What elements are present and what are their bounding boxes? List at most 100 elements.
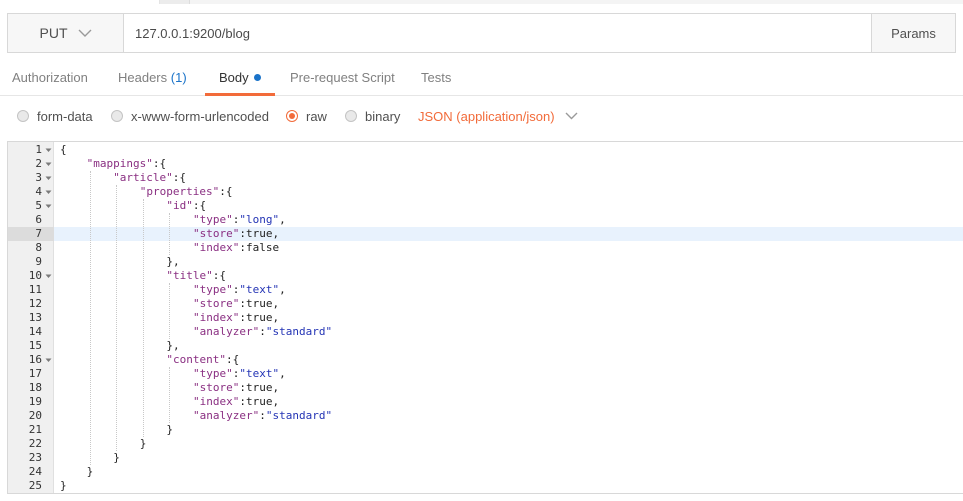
fold-arrow-icon[interactable] (45, 353, 52, 367)
tab-label: Pre-request Script (290, 70, 395, 85)
line-number: 24 (28, 465, 42, 478)
code-text: "article":{ (113, 171, 186, 185)
code-line[interactable]: 15}, (8, 339, 963, 353)
radio-indicator[interactable] (345, 110, 357, 122)
tab-body[interactable]: Body (205, 62, 275, 96)
radio-raw[interactable]: raw (286, 107, 327, 125)
method-label: PUT (39, 25, 68, 41)
radio-binary[interactable]: binary (345, 107, 400, 125)
radio-label: binary (365, 108, 401, 124)
code-text: }, (166, 339, 179, 353)
code-line[interactable]: 10 "title":{ (8, 269, 963, 283)
code-line[interactable]: 24} (8, 465, 963, 479)
radio-x-www-form-urlencoded[interactable]: x-www-form-urlencoded (111, 107, 269, 125)
fold-arrow-icon[interactable] (45, 269, 52, 283)
json-string: "text" (239, 283, 280, 296)
line-number-cell: 7 (8, 227, 54, 241)
json-punctuation: , (279, 213, 286, 226)
code-line[interactable]: 17 "type":"text", (8, 367, 963, 381)
line-number: 23 (28, 451, 42, 464)
tab-authorization[interactable]: Authorization (12, 62, 88, 96)
line-number-cell: 19 (8, 395, 54, 409)
code-line[interactable]: 14 "analyzer":"standard" (8, 325, 963, 339)
json-key: "store" (193, 381, 240, 394)
json-string: "long" (239, 213, 280, 226)
line-number: 4 (35, 185, 42, 198)
line-number: 13 (28, 311, 42, 324)
json-punctuation: :true, (239, 227, 280, 240)
code-line[interactable]: 11 "type":"text", (8, 283, 963, 297)
code-line[interactable]: 1{ (8, 143, 963, 157)
content-type-select[interactable]: JSON (application/json) (418, 107, 578, 125)
request-tab-strip (0, 0, 963, 4)
json-key: "store" (193, 297, 240, 310)
radio-form-data[interactable]: form-data (17, 107, 93, 125)
fold-arrow-icon[interactable] (45, 143, 52, 157)
method-select[interactable]: PUT (8, 14, 124, 52)
tab-headers[interactable]: Headers (1) (118, 62, 187, 96)
line-number: 15 (28, 339, 42, 352)
code-line[interactable]: 3 "article":{ (8, 171, 963, 185)
code-text: } (166, 423, 173, 437)
json-punctuation: } (60, 479, 67, 492)
code-line[interactable]: 7 "store":true, (8, 227, 963, 241)
json-key: "mappings" (86, 157, 153, 170)
code-line[interactable]: 8 "index":false (8, 241, 963, 255)
tab-pre-request-script[interactable]: Pre-request Script (290, 62, 395, 96)
radio-indicator[interactable] (111, 110, 123, 122)
line-number: 3 (35, 171, 42, 184)
code-line[interactable]: 16 "content":{ (8, 353, 963, 367)
code-line[interactable]: 22} (8, 437, 963, 451)
line-number-cell: 24 (8, 465, 54, 479)
json-punctuation: :{ (172, 171, 187, 184)
code-text: "properties":{ (140, 185, 233, 199)
radio-indicator[interactable] (17, 110, 29, 122)
fold-arrow-icon[interactable] (45, 157, 52, 171)
code-line[interactable]: 19 "index":true, (8, 395, 963, 409)
code-line[interactable]: 21} (8, 423, 963, 437)
code-text: { (60, 143, 67, 157)
code-line[interactable]: 23} (8, 451, 963, 465)
json-key: "content" (166, 353, 226, 366)
json-punctuation: :true, (239, 395, 280, 408)
code-line[interactable]: 9}, (8, 255, 963, 269)
json-key: "type" (193, 213, 233, 226)
tab-tests[interactable]: Tests (421, 62, 451, 96)
code-line[interactable]: 5 "id":{ (8, 199, 963, 213)
line-number: 19 (28, 395, 42, 408)
json-punctuation: :{ (226, 353, 240, 366)
line-number: 14 (28, 325, 42, 338)
code-line[interactable]: 20 "analyzer":"standard" (8, 409, 963, 423)
code-line[interactable]: 18 "store":true, (8, 381, 963, 395)
request-tab-active[interactable] (0, 0, 160, 4)
code-line[interactable]: 2 "mappings":{ (8, 157, 963, 171)
line-number-cell: 10 (8, 269, 54, 283)
json-key: "index" (193, 311, 240, 324)
json-string: "text" (239, 367, 280, 380)
fold-arrow-icon[interactable] (45, 185, 52, 199)
request-tab-next[interactable] (160, 0, 190, 4)
code-line[interactable]: 12 "store":true, (8, 297, 963, 311)
fold-arrow-icon[interactable] (45, 199, 52, 213)
code-line[interactable]: 6 "type":"long", (8, 213, 963, 227)
line-number: 5 (35, 199, 42, 212)
code-line[interactable]: 4 "properties":{ (8, 185, 963, 199)
json-punctuation: :true, (239, 381, 280, 394)
line-number-cell: 16 (8, 353, 54, 367)
json-key: "article" (113, 171, 173, 184)
line-number: 16 (28, 353, 42, 366)
json-punctuation: :{ (192, 199, 207, 212)
code-line[interactable]: 25} (8, 479, 963, 493)
radio-indicator[interactable] (286, 110, 298, 122)
indent-guide (169, 283, 171, 339)
url-input[interactable]: 127.0.0.1:9200/blog (124, 14, 871, 52)
code-text: "type":"text", (193, 283, 286, 297)
params-button[interactable]: Params (871, 14, 955, 52)
code-text: } (87, 465, 94, 479)
code-line[interactable]: 13 "index":true, (8, 311, 963, 325)
code-editor[interactable]: 1{2 "mappings":{3 "article":{4 "properties"… (7, 141, 963, 494)
body-type-selector: form-data x-www-form-urlencoded raw bina… (0, 100, 963, 132)
fold-arrow-icon[interactable] (45, 171, 52, 185)
tab-label: Body (219, 70, 249, 85)
line-number-cell: 1 (8, 143, 54, 157)
